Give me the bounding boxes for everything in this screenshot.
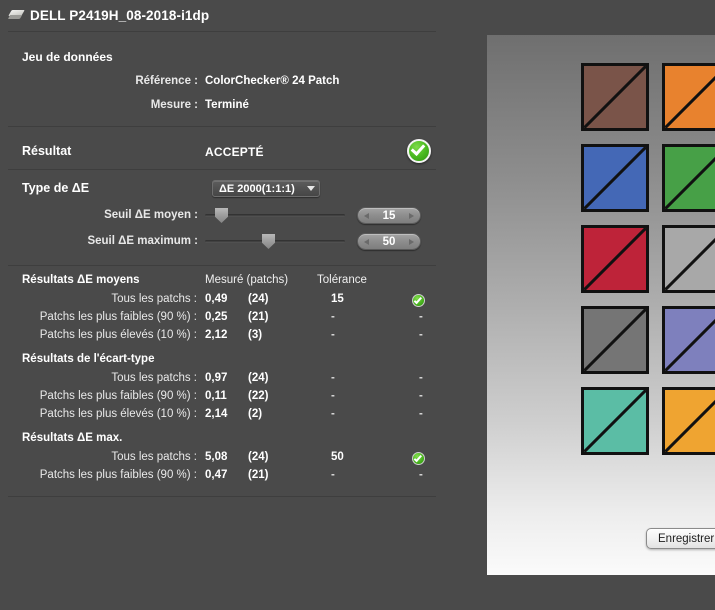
delta-e-type-select[interactable]: ΔE 2000(1:1:1) [212, 180, 320, 197]
results-row-status: - [419, 372, 423, 384]
results-row-tolerance: - [331, 329, 335, 341]
max-threshold-slider-thumb[interactable] [262, 234, 275, 249]
results-row-measured: 0,11 [205, 390, 227, 402]
stepper-decrement-icon[interactable] [364, 212, 369, 219]
results-row-measured: 2,14 [205, 408, 228, 420]
results-row-label: Tous les patchs : [111, 372, 197, 384]
results-row-status: - [419, 329, 423, 341]
mean-threshold-value: 15 [382, 209, 396, 222]
measure-label: Mesure : [150, 99, 198, 111]
display-slab-icon [7, 10, 25, 21]
result-status-text: ACCEPTÉ [205, 145, 264, 159]
results-row-patch-count: (3) [248, 329, 263, 341]
delta-e-type-label: Type de ΔE [22, 181, 90, 195]
results-row-label: Patchs les plus faibles (90 %) : [39, 469, 197, 481]
results-row-measured: 2,12 [205, 329, 228, 341]
results-row-label: Tous les patchs : [111, 293, 197, 305]
max-threshold-slider[interactable] [205, 240, 345, 243]
results-row-patch-count: (21) [248, 311, 269, 323]
divider-title [8, 31, 436, 32]
patch-light-gray[interactable] [662, 225, 715, 293]
results-row-measured: 5,08 [205, 451, 228, 463]
patch-mid-gray[interactable] [581, 306, 649, 374]
patch-crimson[interactable] [581, 225, 649, 293]
results-row-label: Patchs les plus élevés (10 %) : [39, 408, 197, 420]
results-row-label: Tous les patchs : [111, 451, 197, 463]
results-group-title: Résultats de l'écart-type [22, 353, 155, 365]
reference-label: Référence : [135, 75, 198, 87]
divider-result [8, 169, 436, 170]
max-threshold-stepper[interactable]: 50 [357, 233, 421, 250]
dataset-heading: Jeu de données [22, 50, 113, 64]
results-row-tolerance: - [331, 390, 335, 402]
divider-sliders [8, 265, 436, 266]
save-button-label: Enregistrer [658, 532, 715, 545]
row-status-check-icon [412, 294, 425, 307]
results-row-tolerance: - [331, 408, 335, 420]
stepper-increment-icon[interactable] [408, 238, 414, 245]
results-row-patch-count: (24) [248, 451, 269, 463]
results-row-status: - [419, 408, 423, 420]
results-row-tolerance: 15 [331, 293, 344, 305]
mean-threshold-stepper[interactable]: 15 [357, 207, 421, 224]
green-check-circle-icon [407, 139, 431, 163]
results-row-patch-count: (2) [248, 408, 263, 420]
results-row-tolerance: - [331, 372, 335, 384]
patch-brown[interactable] [581, 63, 649, 131]
patch-blue[interactable] [581, 144, 649, 212]
row-status-check-icon [412, 452, 425, 465]
mean-threshold-slider-thumb[interactable] [215, 208, 228, 223]
results-row-measured: 0,47 [205, 469, 228, 481]
results-row-label: Patchs les plus élevés (10 %) : [39, 329, 197, 341]
save-button[interactable]: Enregistrer [646, 528, 715, 549]
patch-orange[interactable] [662, 63, 715, 131]
reference-value: ColorChecker® 24 Patch [205, 75, 340, 87]
patch-preview-panel [487, 35, 715, 575]
results-row-status: - [419, 390, 423, 402]
delta-e-type-value: ΔE 2000(1:1:1) [219, 182, 295, 195]
measure-value: Terminé [205, 99, 249, 111]
results-row-measured: 0,25 [205, 311, 228, 323]
page-title: DELL P2419H_08-2018-i1dp [30, 8, 210, 23]
results-row-status: - [419, 311, 423, 323]
column-header-measured: Mesuré (patchs) [205, 274, 289, 286]
results-row-tolerance: 50 [331, 451, 344, 463]
window-title-bar: DELL P2419H_08-2018-i1dp [0, 0, 487, 31]
results-row-patch-count: (21) [248, 469, 269, 481]
results-row-label: Patchs les plus faibles (90 %) : [39, 311, 197, 323]
stepper-decrement-icon[interactable] [364, 238, 369, 245]
results-row-measured: 0,49 [205, 293, 228, 305]
result-label: Résultat [22, 144, 72, 158]
mean-threshold-label: Seuil ΔE moyen : [104, 209, 198, 221]
results-row-measured: 0,97 [205, 372, 228, 384]
divider-dataset [8, 126, 436, 127]
divider-table-bottom [8, 496, 436, 497]
results-row-tolerance: - [331, 469, 335, 481]
results-group-title: Résultats ΔE max. [22, 432, 123, 444]
max-threshold-value: 50 [382, 235, 396, 248]
max-threshold-label: Seuil ΔE maximum : [87, 235, 198, 247]
results-row-status: - [419, 469, 423, 481]
report-panel: DELL P2419H_08-2018-i1dp Jeu de données … [0, 0, 487, 610]
patch-teal[interactable] [581, 387, 649, 455]
results-row-patch-count: (24) [248, 372, 269, 384]
patch-purple[interactable] [662, 306, 715, 374]
chevron-down-icon [307, 186, 315, 191]
column-header-tolerance: Tolérance [317, 274, 367, 286]
results-row-patch-count: (22) [248, 390, 269, 402]
results-row-patch-count: (24) [248, 293, 269, 305]
color-patch-grid [581, 63, 715, 455]
results-row-label: Patchs les plus faibles (90 %) : [39, 390, 197, 402]
results-group-title: Résultats ΔE moyens [22, 274, 140, 286]
stepper-increment-icon[interactable] [408, 212, 414, 219]
patch-green[interactable] [662, 144, 715, 212]
patch-amber[interactable] [662, 387, 715, 455]
results-row-tolerance: - [331, 311, 335, 323]
